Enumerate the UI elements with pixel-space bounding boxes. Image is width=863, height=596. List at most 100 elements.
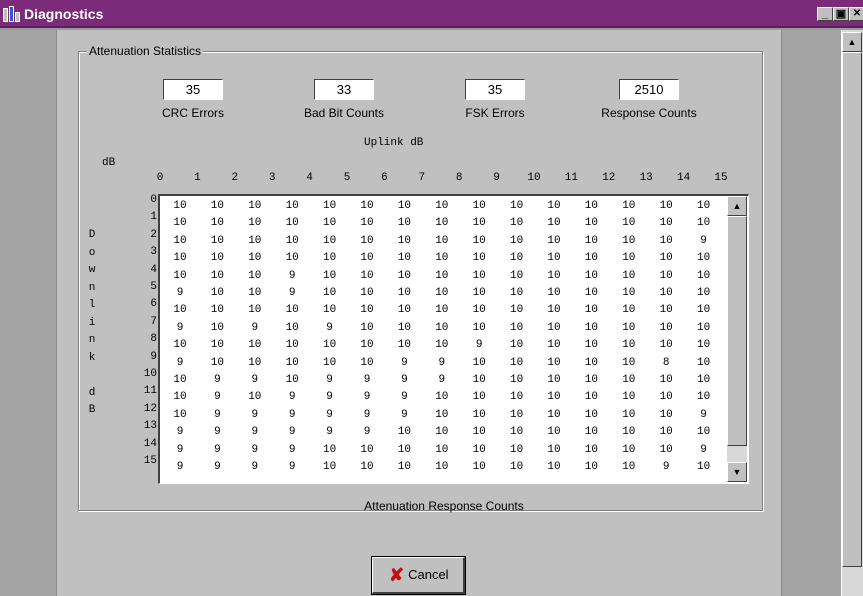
grid-cell: 10 [584,374,598,386]
window-scrollbar[interactable]: ▲ [841,30,863,596]
grid-cell: 10 [360,200,374,212]
grid-cell: 10 [285,339,299,352]
uplink-tick: 1 [194,172,201,184]
grid-cell: 9 [326,321,333,334]
grid-cell: 9 [251,321,259,334]
scroll-thumb[interactable] [842,52,862,567]
grid-cell: 10 [397,217,411,230]
grid-cell: 10 [509,200,524,212]
downlink-tick: 8 [150,333,157,346]
dialog-body: Attenuation Statistics 35 CRC Errors 33 … [57,30,781,596]
grid-cell: 10 [622,408,636,421]
grid-cell: 9 [288,269,296,282]
grid-cell: 10 [397,304,411,317]
grid-cell: 10 [248,356,262,369]
grid-cell: 10 [584,200,598,212]
grid-scrollbar[interactable]: ▲ ▼ [727,196,747,482]
grid-cell: 10 [322,339,337,352]
restore-button[interactable]: ▣ [833,7,849,21]
attenuation-response-counts-label: Attenuation Response Counts [364,499,524,513]
grid-cell: 10 [622,339,636,352]
grid-cell: 10 [472,356,486,369]
grid-cell: 10 [509,408,524,421]
grid-scroll-up-button[interactable]: ▲ [727,196,747,216]
grid-cell: 10 [210,200,224,212]
grid-cell: 10 [248,391,262,404]
grid-cell: 9 [288,426,296,439]
group-label: Attenuation Statistics [87,44,204,58]
grid-cell: 10 [622,443,636,456]
crc-errors-field[interactable]: 35 [163,79,223,100]
grid-cell: 10 [696,287,711,299]
grid-cell: 10 [509,443,524,456]
grid-cell: 10 [360,356,374,369]
grid-cell: 9 [662,461,670,473]
grid-cell: 10 [696,321,711,334]
grid-cell: 10 [285,356,299,369]
grid-cell: 10 [322,234,337,247]
grid-cell: 10 [622,426,636,439]
grid-cell: 10 [584,217,598,230]
grid-cell: 10 [397,287,411,299]
grid-cell: 10 [285,200,299,212]
grid-cell: 10 [435,443,449,456]
grid-cell: 9 [363,391,371,404]
response-counts-field[interactable]: 2510 [619,79,679,100]
grid-cell: 10 [435,321,449,334]
grid-cell: 10 [622,374,636,386]
grid-cell: 10 [210,321,224,334]
bad-bit-counts-field[interactable]: 33 [314,79,374,100]
fsk-errors-field[interactable]: 35 [465,79,525,100]
grid-scroll-down-button[interactable]: ▼ [727,462,747,482]
grid-cell: 10 [435,426,449,439]
cancel-button[interactable]: ✘ Cancel [371,556,466,595]
grid-cell: 10 [472,461,486,473]
grid-cell: 10 [696,374,711,386]
grid-cell: 9 [326,391,333,404]
grid-cell: 9 [251,461,259,473]
grid-cell: 10 [547,443,561,456]
downlink-title-letter: k [88,351,96,364]
grid-cell: 10 [584,461,598,473]
grid-cell: 10 [547,304,561,317]
grid-cell: 9 [288,461,296,473]
grid-cell: 10 [659,408,673,421]
scroll-up-button[interactable]: ▲ [842,32,862,52]
grid-cell: 10 [696,269,711,282]
grid-cell: 9 [475,339,483,352]
grid-cell: 10 [173,217,187,230]
grid-cell: 10 [322,200,337,212]
grid-cell: 10 [696,304,711,317]
grid-cell: 10 [547,426,561,439]
grid-cell: 10 [210,287,224,299]
grid-cell: 9 [176,426,184,439]
downlink-title-letter: w [88,264,96,276]
downlink-tick: 10 [143,368,157,380]
grid-cell: 10 [622,356,636,369]
grid-cell: 10 [322,443,337,456]
grid-cell: 10 [696,217,711,230]
grid-cell: 9 [176,287,184,299]
grid-cell: 10 [397,461,411,473]
grid-cell: 10 [584,408,598,421]
grid-cell: 10 [659,200,673,212]
grid-cell: 9 [700,408,707,421]
attenuation-grid[interactable]: 10 10 10 10 10 10 10 10 10 10 10 10 10 10 10 10 10 10 10 10… [158,194,749,484]
close-button[interactable]: ✕ [849,7,863,21]
grid-scroll-thumb[interactable] [727,216,747,446]
grid-cell: 10 [547,391,561,404]
grid-cell: 10 [584,234,598,247]
grid-cell: 10 [248,269,262,282]
grid-cell: 10 [659,443,673,456]
grid-cell: 10 [696,461,711,473]
grid-cell: 10 [248,200,262,212]
grid-cell: 10 [435,217,449,230]
grid-cell: 10 [509,234,524,247]
db-corner-label: dB [102,157,116,169]
fsk-errors-label: FSK Errors [465,106,525,120]
uplink-tick: 5 [343,172,351,184]
grid-cell: 10 [435,391,449,404]
grid-cell: 10 [622,321,636,334]
grid-cell: 10 [322,356,337,369]
minimize-button[interactable]: _ [817,7,833,21]
